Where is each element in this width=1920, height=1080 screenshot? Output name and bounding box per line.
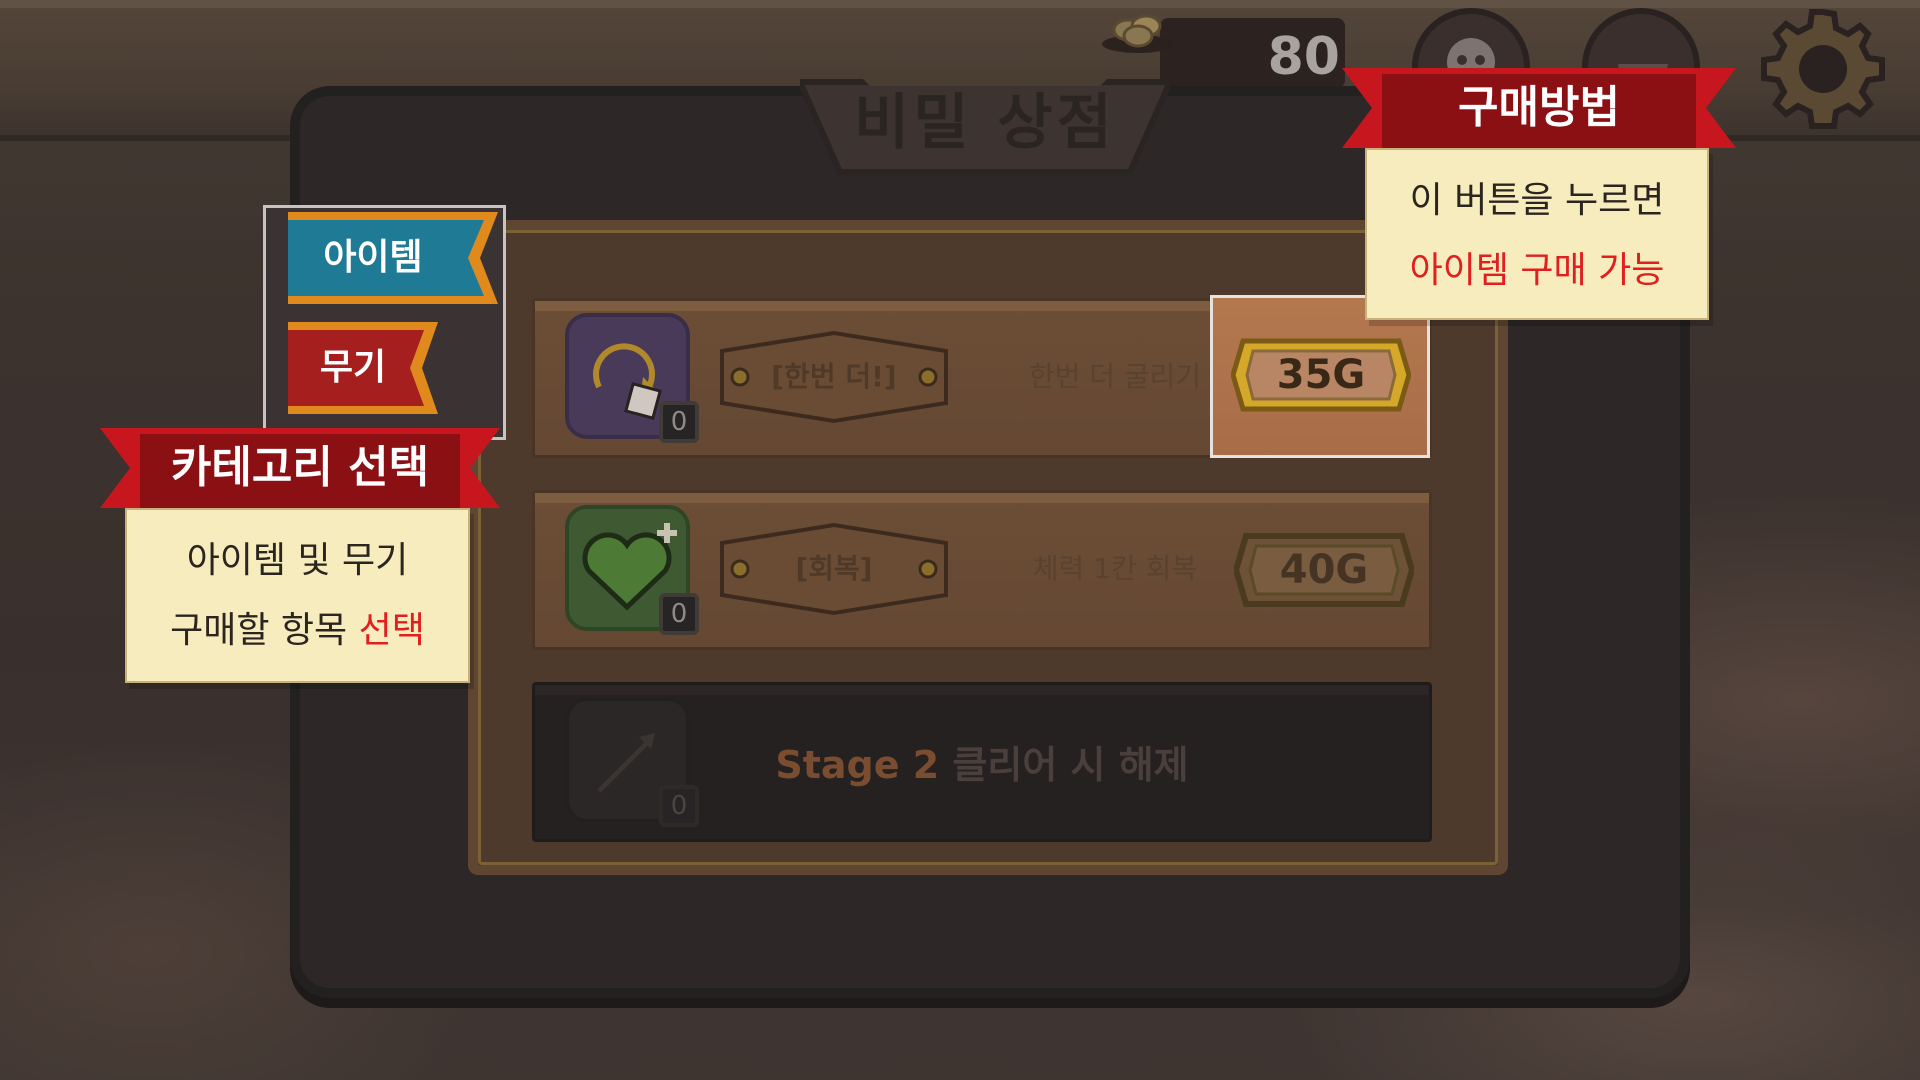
item-count-badge: 0 xyxy=(659,401,699,443)
item-price: 40G xyxy=(1279,547,1369,593)
item-description: 체력 1칸 회복 xyxy=(1032,552,1198,585)
item-row-heal: 0 [회복] 체력 1칸 회복 40G xyxy=(532,490,1432,650)
tab-weapon[interactable]: 무기 xyxy=(288,322,438,414)
tab-weapon-label: 무기 xyxy=(319,347,387,388)
category-tooltip-line2-prefix: 구매할 항목 xyxy=(170,610,359,651)
category-tooltip-note: 아이템 및 무기 구매할 항목 선택 xyxy=(125,508,470,683)
coin-count: 80 xyxy=(1267,27,1340,87)
shop-title: 비밀 상점 xyxy=(854,88,1116,158)
category-tooltip-line1: 아이템 및 무기 xyxy=(186,540,409,581)
category-tooltip-line2: 구매할 항목 선택 xyxy=(127,606,468,656)
purchase-tooltip-note: 이 버튼을 누르면 아이템 구매 가능 xyxy=(1365,148,1709,320)
purchase-tooltip-line1: 이 버튼을 누르면 xyxy=(1409,180,1665,221)
settings-gear-icon[interactable] xyxy=(1758,4,1888,134)
locked-message: Stage 2 클리어 시 해제 xyxy=(535,737,1429,793)
category-tooltip-line2-highlight: 선택 xyxy=(358,610,425,651)
tab-item[interactable]: 아이템 xyxy=(288,212,498,304)
tab-item-label: 아이템 xyxy=(323,237,423,278)
locked-text: 클리어 시 해제 xyxy=(952,743,1189,787)
item-description: 한번 더 굴리기 xyxy=(1028,360,1202,393)
coin-pile-icon xyxy=(1102,14,1174,53)
item-price: 35G xyxy=(1276,352,1366,398)
category-tooltip-header: 카테고리 선택 xyxy=(170,442,430,493)
item-count-badge: 0 xyxy=(659,593,699,635)
item-row-locked: 0 Stage 2 클리어 시 해제 xyxy=(532,682,1432,842)
item-name: [회복] xyxy=(795,552,873,585)
item-name: [한번 더!] xyxy=(771,360,897,393)
purchase-tooltip-header: 구매방법 xyxy=(1458,82,1620,133)
locked-stage: Stage 2 xyxy=(775,743,940,787)
purchase-tooltip-line2: 아이템 구매 가능 xyxy=(1409,250,1665,291)
